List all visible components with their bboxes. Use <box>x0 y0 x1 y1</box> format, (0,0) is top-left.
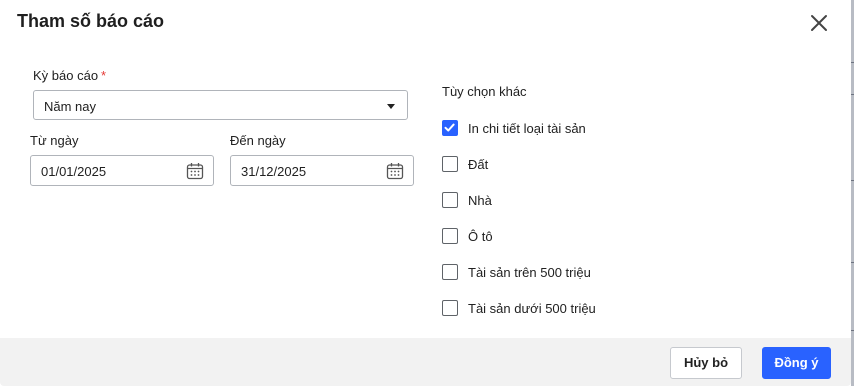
calendar-icon[interactable] <box>186 162 204 180</box>
to-date-label: Đến ngày <box>230 133 286 148</box>
report-period-value: Năm nay <box>44 99 97 114</box>
option-label: Đất <box>468 157 489 172</box>
checkbox[interactable] <box>442 300 458 316</box>
checkbox[interactable] <box>442 264 458 280</box>
calendar-icon[interactable] <box>386 162 404 180</box>
close-icon[interactable] <box>806 10 832 36</box>
other-options-label: Tùy chọn khác <box>442 84 527 99</box>
to-date-value: 31/12/2025 <box>241 164 307 179</box>
report-period-label: Kỳ báo cáo * <box>33 68 106 83</box>
option-label: In chi tiết loại tài sản <box>468 121 586 136</box>
checkbox[interactable] <box>442 228 458 244</box>
to-date-field[interactable]: 31/12/2025 <box>230 155 414 186</box>
report-parameters-dialog: Tham số báo cáo Kỳ báo cáo * Năm nay Từ n… <box>0 0 851 386</box>
checkbox[interactable] <box>442 156 458 172</box>
option-label: Nhà <box>468 193 492 208</box>
caret-down-icon <box>387 104 395 109</box>
check-icon <box>444 123 455 132</box>
from-date-label: Từ ngày <box>30 133 79 148</box>
option-label: Ô tô <box>468 229 493 244</box>
report-period-label-text: Kỳ báo cáo <box>33 68 99 83</box>
option-label: Tài sản dưới 500 triệu <box>468 301 596 316</box>
checkbox[interactable] <box>442 192 458 208</box>
ok-button[interactable]: Đồng ý <box>762 347 831 379</box>
required-mark: * <box>101 68 107 83</box>
from-date-value: 01/01/2025 <box>41 164 107 179</box>
cancel-button[interactable]: Hủy bỏ <box>670 347 742 379</box>
report-period-select[interactable]: Năm nay <box>33 90 408 120</box>
from-date-field[interactable]: 01/01/2025 <box>30 155 214 186</box>
option-label: Tài sản trên 500 triệu <box>468 265 591 280</box>
dialog-title: Tham số báo cáo <box>17 11 165 31</box>
checkbox[interactable] <box>442 120 458 136</box>
